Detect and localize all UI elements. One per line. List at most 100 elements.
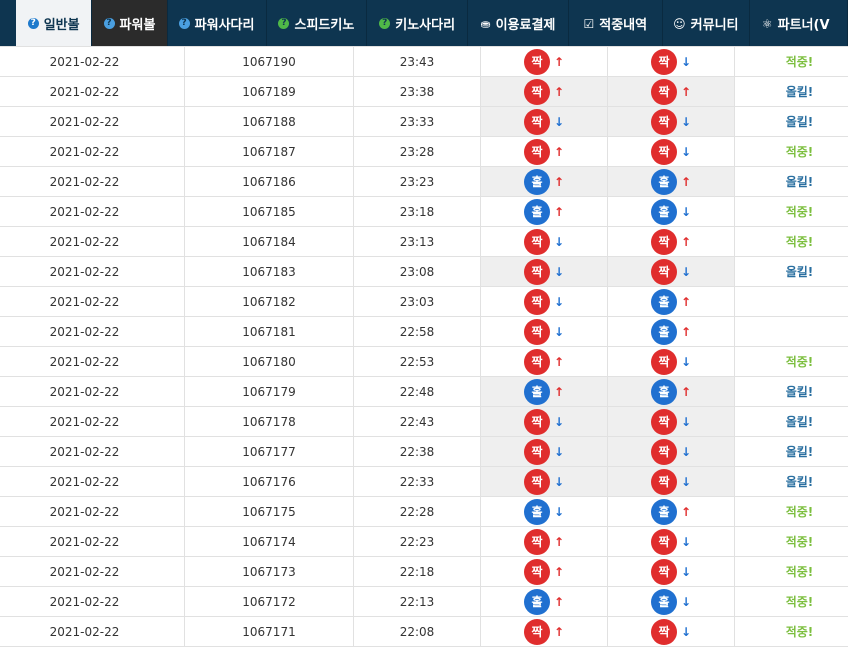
table-row: 2021-02-22106717822:43짝↓짝↓올킬! (0, 407, 848, 437)
status-badge: 적중! (786, 625, 814, 639)
date-cell: 2021-02-22 (0, 287, 185, 317)
pick-result: 짝↓ (651, 469, 691, 495)
pick-result: 짝↓ (524, 289, 564, 315)
nav-tab-label: 이용료결제 (496, 14, 556, 33)
pick-cell: 짝↓ (608, 557, 735, 587)
odd-ball: 홀 (651, 499, 677, 525)
round-cell: 1067184 (185, 227, 354, 257)
pick-result: 홀↓ (524, 499, 564, 525)
smile-icon: ☺ (673, 18, 686, 29)
nav-tab-powerball[interactable]: ? 파워볼 (92, 0, 167, 47)
nav-tab-keno-ladder[interactable]: ? 키노사다리 (367, 0, 468, 47)
nav-tab-power-ladder[interactable]: ? 파워사다리 (168, 0, 267, 47)
even-ball: 짝 (524, 529, 550, 555)
status-badge: 적중! (786, 595, 814, 609)
status-cell: 올킬! (735, 257, 848, 287)
arrow-down-icon: ↓ (681, 355, 691, 369)
date-cell: 2021-02-22 (0, 77, 185, 107)
pick-result: 짝↑ (651, 229, 691, 255)
round-cell: 1067179 (185, 377, 354, 407)
pick-result: 홀↑ (651, 499, 691, 525)
arrow-down-icon: ↓ (554, 325, 564, 339)
nav-tab-label: 적중내역 (599, 14, 647, 33)
pick-cell: 짝↓ (608, 467, 735, 497)
status-badge: 올킬! (786, 415, 814, 429)
nav-tab-general-ball[interactable]: ? 일반볼 (16, 0, 92, 47)
arrow-down-icon: ↓ (681, 625, 691, 639)
table-row: 2021-02-22106717622:33짝↓짝↓올킬! (0, 467, 848, 497)
round-cell: 1067182 (185, 287, 354, 317)
pick-cell: 홀↑ (608, 167, 735, 197)
round-cell: 1067173 (185, 557, 354, 587)
even-ball: 짝 (524, 49, 550, 75)
table-row: 2021-02-22106718823:33짝↓짝↓올킬! (0, 107, 848, 137)
pick-cell: 홀↑ (608, 497, 735, 527)
pick-result: 짝↓ (524, 229, 564, 255)
nav-tab-speed-keno[interactable]: ? 스피드키노 (267, 0, 368, 47)
nav-tab-community[interactable]: ☺ 커뮤니티 (663, 0, 750, 47)
pick-cell: 홀↑ (608, 317, 735, 347)
time-cell: 22:23 (354, 527, 481, 557)
time-cell: 23:23 (354, 167, 481, 197)
status-badge: 적중! (786, 565, 814, 579)
pick-result: 짝↓ (524, 439, 564, 465)
table-row: 2021-02-22106717422:23짝↑짝↓적중! (0, 527, 848, 557)
arrow-up-icon: ↑ (681, 235, 691, 249)
results-table: 2021-02-22106719023:43짝↑짝↓적중!2021-02-221… (0, 46, 848, 647)
arrow-down-icon: ↓ (681, 595, 691, 609)
date-cell: 2021-02-22 (0, 257, 185, 287)
arrow-down-icon: ↓ (554, 415, 564, 429)
status-badge: 올킬! (786, 475, 814, 489)
nav-tab-hit-history[interactable]: ☑ 적중내역 (569, 0, 663, 47)
arrow-down-icon: ↓ (681, 55, 691, 69)
pick-cell: 짝↑ (481, 347, 608, 377)
status-cell: 적중! (735, 497, 848, 527)
round-cell: 1067174 (185, 527, 354, 557)
table-row: 2021-02-22106717722:38짝↓짝↓올킬! (0, 437, 848, 467)
time-cell: 22:33 (354, 467, 481, 497)
pick-cell: 짝↓ (608, 107, 735, 137)
pick-cell: 짝↓ (481, 257, 608, 287)
table-row: 2021-02-22106718523:18홀↑홀↓적중! (0, 197, 848, 227)
pick-result: 홀↑ (651, 289, 691, 315)
status-badge: 올킬! (786, 175, 814, 189)
pick-result: 짝↑ (524, 619, 564, 645)
arrow-up-icon: ↑ (681, 505, 691, 519)
even-ball: 짝 (651, 349, 677, 375)
status-cell: 적중! (735, 527, 848, 557)
even-ball: 짝 (651, 559, 677, 585)
partner-icon: ⚛ (762, 18, 773, 29)
table-row: 2021-02-22106718923:38짝↑짝↑올킬! (0, 77, 848, 107)
status-cell: 올킬! (735, 467, 848, 497)
nav-tab-partner[interactable]: ⚛ 파트너(V (750, 0, 848, 47)
arrow-up-icon: ↑ (681, 85, 691, 99)
arrow-up-icon: ↑ (554, 85, 564, 99)
status-cell: 올킬! (735, 107, 848, 137)
nav-tab-payment[interactable]: ⛂ 이용료결제 (468, 0, 569, 47)
date-cell: 2021-02-22 (0, 437, 185, 467)
pick-cell: 홀↑ (481, 167, 608, 197)
time-cell: 23:08 (354, 257, 481, 287)
time-cell: 23:18 (354, 197, 481, 227)
date-cell: 2021-02-22 (0, 497, 185, 527)
date-cell: 2021-02-22 (0, 617, 185, 647)
nav-tab-label: 일반볼 (44, 14, 80, 33)
pick-result: 짝↑ (524, 79, 564, 105)
pick-cell: 짝↑ (481, 557, 608, 587)
odd-ball: 홀 (524, 589, 550, 615)
arrow-up-icon: ↑ (554, 175, 564, 189)
arrow-up-icon: ↑ (554, 55, 564, 69)
pick-result: 짝↓ (651, 529, 691, 555)
pick-cell: 짝↓ (608, 347, 735, 377)
odd-ball: 홀 (524, 499, 550, 525)
date-cell: 2021-02-22 (0, 167, 185, 197)
arrow-down-icon: ↓ (681, 535, 691, 549)
pick-cell: 홀↑ (608, 287, 735, 317)
pick-cell: 짝↓ (481, 107, 608, 137)
even-ball: 짝 (524, 439, 550, 465)
results-table-body: 2021-02-22106719023:43짝↑짝↓적중!2021-02-221… (0, 47, 848, 647)
round-cell: 1067176 (185, 467, 354, 497)
arrow-up-icon: ↑ (681, 325, 691, 339)
arrow-down-icon: ↓ (681, 145, 691, 159)
round-cell: 1067171 (185, 617, 354, 647)
